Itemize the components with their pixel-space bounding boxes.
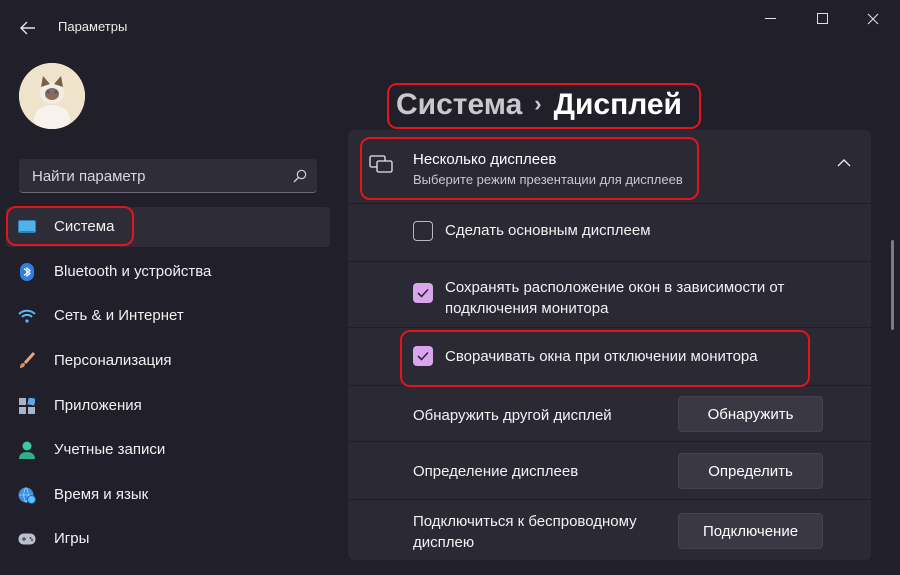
- minimize-windows-label: Сворачивать окна при отключении монитора: [445, 348, 758, 365]
- section-subtitle: Выберите режим презентации для дисплеев: [413, 172, 683, 187]
- maximize-button[interactable]: [800, 4, 846, 34]
- user-avatar[interactable]: [19, 63, 85, 129]
- divider: [348, 203, 871, 204]
- sidebar-item-apps[interactable]: Приложения: [6, 386, 330, 426]
- divider: [348, 261, 871, 262]
- apps-icon: [18, 397, 36, 415]
- sidebar-item-label: Учетные записи: [54, 441, 166, 458]
- multiple-displays-icon: [369, 155, 393, 173]
- globe-clock-icon: [18, 486, 36, 504]
- arrow-left-icon: [20, 21, 35, 35]
- divider: [348, 327, 871, 328]
- checkmark-icon: [417, 288, 429, 298]
- section-title: Несколько дисплеев: [413, 151, 557, 168]
- cat-avatar-image: [19, 63, 85, 129]
- sidebar-item-network[interactable]: Сеть & и Интернет: [6, 296, 330, 336]
- close-icon: [867, 13, 879, 25]
- checkmark-icon: [417, 351, 429, 361]
- connect-button[interactable]: Подключение: [678, 513, 823, 549]
- close-button[interactable]: [850, 4, 896, 34]
- make-primary-checkbox[interactable]: [413, 221, 433, 241]
- sidebar-item-accounts[interactable]: Учетные записи: [6, 430, 330, 470]
- breadcrumb: Система › Дисплей: [396, 88, 682, 122]
- sidebar-item-bluetooth[interactable]: Bluetooth и устройства: [6, 252, 330, 292]
- search-box[interactable]: Найти параметр: [19, 159, 317, 193]
- search-icon: [293, 169, 307, 183]
- identify-displays-label: Определение дисплеев: [413, 463, 579, 480]
- divider: [348, 385, 871, 386]
- remember-window-locations-checkbox[interactable]: [413, 283, 433, 303]
- sidebar-item-label: Игры: [54, 530, 90, 547]
- monitor-icon: [18, 218, 36, 236]
- breadcrumb-parent[interactable]: Система: [396, 88, 522, 121]
- sidebar-item-system[interactable]: Система: [6, 207, 330, 247]
- chevron-up-icon[interactable]: [834, 156, 854, 170]
- sidebar-item-personalization[interactable]: Персонализация: [6, 341, 330, 381]
- sidebar-item-label: Время и язык: [54, 486, 149, 503]
- page-title: Дисплей: [553, 88, 683, 121]
- divider: [348, 499, 871, 500]
- bluetooth-icon: [18, 263, 36, 281]
- sidebar-item-label: Система: [54, 218, 115, 235]
- maximize-icon: [817, 13, 828, 24]
- app-title: Параметры: [58, 19, 128, 34]
- search-placeholder: Найти параметр: [32, 168, 146, 185]
- detect-button[interactable]: Обнаружить: [678, 396, 823, 432]
- wireless-display-label: Подключиться к беспроводному дисплею: [413, 513, 637, 551]
- divider: [348, 441, 871, 442]
- identify-button[interactable]: Определить: [678, 453, 823, 489]
- gamepad-icon: [18, 530, 36, 548]
- detect-display-label: Обнаружить другой дисплей: [413, 407, 612, 424]
- make-primary-label: Сделать основным дисплеем: [445, 222, 651, 239]
- minimize-windows-checkbox[interactable]: [413, 346, 433, 366]
- minimize-button[interactable]: [748, 4, 794, 34]
- sidebar-item-label: Персонализация: [54, 352, 172, 369]
- breadcrumb-separator: ›: [534, 91, 542, 116]
- sidebar-item-label: Bluetooth и устройства: [54, 263, 212, 280]
- scrollbar-thumb[interactable]: [891, 240, 894, 330]
- remember-window-locations-label: Сохранять расположение окон в зависимост…: [445, 279, 785, 317]
- sidebar-item-time-language[interactable]: Время и язык: [6, 475, 330, 515]
- wifi-icon: [18, 307, 36, 325]
- sidebar-item-gaming[interactable]: Игры: [6, 519, 330, 559]
- sidebar-item-label: Сеть & и Интернет: [54, 307, 184, 324]
- account-icon: [18, 441, 36, 459]
- minimize-icon: [765, 18, 776, 19]
- brush-icon: [18, 352, 36, 370]
- sidebar-item-label: Приложения: [54, 397, 142, 414]
- multiple-displays-card: [348, 130, 871, 560]
- settings-window: Параметры Найти параметр Система Bluetoo…: [0, 0, 900, 575]
- back-button[interactable]: [14, 14, 42, 42]
- title-bar: Параметры: [0, 0, 900, 48]
